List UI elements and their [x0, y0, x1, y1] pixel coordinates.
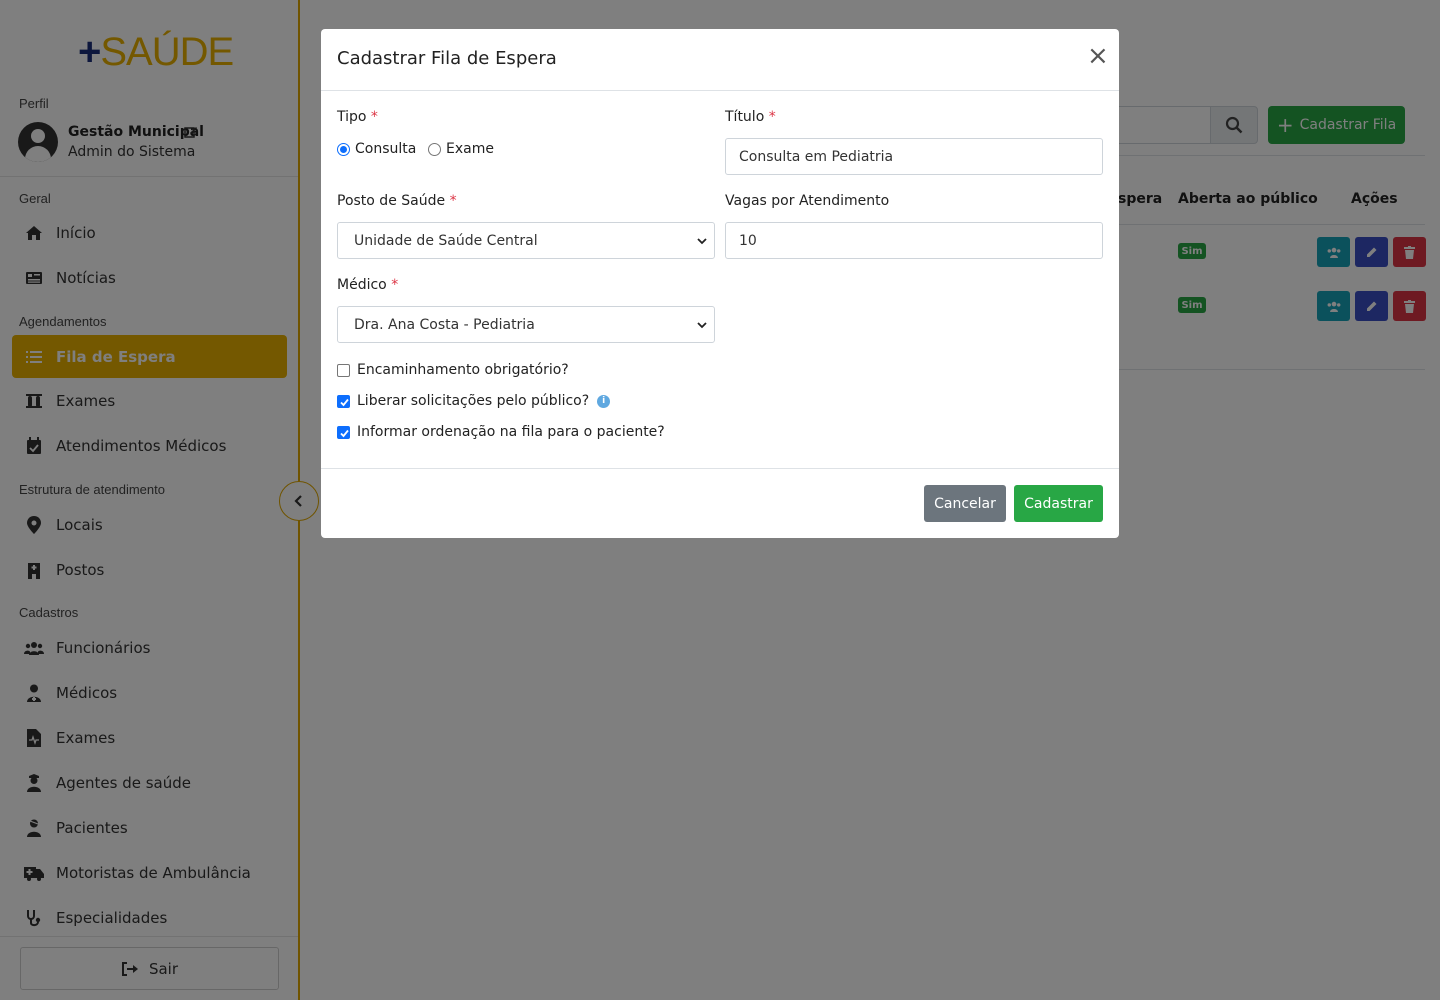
radio-exame[interactable]: Exame — [428, 141, 494, 157]
medico-label: Médico * — [337, 277, 399, 293]
submit-button[interactable]: Cadastrar — [1014, 485, 1103, 522]
titulo-input[interactable]: Consulta em Pediatria — [725, 138, 1103, 175]
checkbox-informar-ordenacao[interactable]: Informar ordenação na fila para o pacien… — [337, 424, 665, 440]
tipo-label: Tipo * — [337, 109, 378, 125]
checkbox-encaminhamento[interactable]: Encaminhamento obrigatório? — [337, 362, 569, 378]
modal-header: Cadastrar Fila de Espera × — [321, 29, 1119, 91]
close-icon[interactable]: × — [1087, 43, 1109, 69]
medico-select[interactable]: Dra. Ana Costa - Pediatria — [337, 306, 715, 343]
create-queue-modal: Cadastrar Fila de Espera × Tipo * Consul… — [321, 29, 1119, 538]
vagas-label: Vagas por Atendimento — [725, 193, 890, 209]
radio-consulta[interactable]: Consulta — [337, 141, 416, 157]
chevron-down-icon — [697, 322, 707, 329]
checkbox-input[interactable] — [337, 425, 350, 439]
info-icon[interactable]: i — [597, 394, 611, 408]
checkbox-liberar-solicitacoes[interactable]: Liberar solicitações pelo público? i — [337, 393, 611, 409]
checkbox-input[interactable] — [337, 394, 350, 408]
radio-input[interactable] — [428, 142, 441, 156]
modal-title: Cadastrar Fila de Espera — [337, 48, 557, 69]
posto-select[interactable]: Unidade de Saúde Central — [337, 222, 715, 259]
posto-label: Posto de Saúde * — [337, 193, 457, 209]
checkbox-input[interactable] — [337, 363, 350, 377]
radio-input[interactable] — [337, 142, 350, 156]
cancel-button[interactable]: Cancelar — [924, 485, 1006, 522]
titulo-label: Título * — [725, 109, 776, 125]
chevron-down-icon — [697, 238, 707, 245]
vagas-input[interactable]: 10 — [725, 222, 1103, 259]
divider — [321, 468, 1119, 469]
